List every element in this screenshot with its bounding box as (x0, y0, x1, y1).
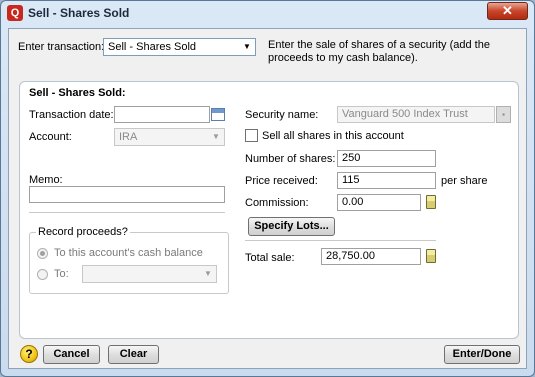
to-account-select[interactable]: ▼ (82, 265, 217, 283)
total-sale-field[interactable]: 28,750.00 (321, 248, 421, 265)
enter-done-button[interactable]: Enter/Done (444, 345, 520, 364)
record-proceeds-title: Record proceeds? (36, 226, 130, 238)
total-sale-label: Total sale: (245, 252, 295, 264)
quicken-app-icon: Q (7, 5, 23, 21)
number-of-shares-label: Number of shares: (245, 153, 336, 165)
transaction-date-label: Transaction date: (29, 109, 114, 121)
sell-shares-dialog: Q Sell - Shares Sold ✕ Enter transaction… (0, 0, 535, 377)
chevron-down-icon: ▼ (212, 132, 220, 141)
calculator-icon[interactable] (426, 249, 436, 263)
commission-label: Commission: (245, 197, 309, 209)
price-received-label: Price received: (245, 175, 318, 187)
divider (245, 240, 436, 241)
calculator-icon[interactable] (426, 195, 436, 209)
security-name-label: Security name: (245, 109, 319, 121)
account-label: Account: (29, 131, 72, 143)
number-of-shares-field[interactable]: 250 (337, 150, 436, 167)
to-account-radio[interactable] (37, 269, 48, 280)
account-value: IRA (119, 131, 138, 143)
title-bar[interactable]: Q Sell - Shares Sold ✕ (1, 1, 534, 27)
memo-field[interactable] (29, 186, 225, 203)
divider (29, 212, 225, 213)
dialog-client-area: Enter transaction: Sell - Shares Sold ▼ … (8, 28, 527, 369)
transaction-type-value: Sell - Shares Sold (108, 41, 197, 53)
price-received-field[interactable]: 115 (337, 172, 436, 189)
commission-field[interactable]: 0.00 (337, 194, 421, 211)
memo-label: Memo: (29, 174, 63, 186)
cash-balance-radio[interactable] (37, 248, 48, 259)
chevron-down-icon: ▼ (204, 269, 212, 278)
panel-title: Sell - Shares Sold: (29, 87, 126, 99)
cash-balance-label: To this account's cash balance (54, 247, 203, 259)
clear-button[interactable]: Clear (108, 345, 159, 364)
specify-lots-button[interactable]: Specify Lots... (248, 217, 335, 236)
cancel-button[interactable]: Cancel (43, 345, 100, 364)
per-share-label: per share (441, 175, 488, 187)
sell-details-panel: Sell - Shares Sold: Transaction date: Ac… (19, 81, 519, 339)
sell-all-shares-checkbox[interactable] (245, 129, 258, 142)
sell-all-shares-label: Sell all shares in this account (262, 130, 404, 142)
help-icon[interactable]: ? (20, 345, 38, 363)
account-select[interactable]: IRA ▼ (114, 128, 225, 146)
transaction-date-field[interactable] (114, 106, 210, 123)
chevron-down-icon: ▼ (243, 42, 251, 51)
to-account-label: To: (54, 268, 69, 280)
security-name-field[interactable]: Vanguard 500 Index Trust (337, 106, 495, 123)
enter-transaction-label: Enter transaction: (18, 41, 105, 53)
record-proceeds-group: Record proceeds? To this account's cash … (29, 226, 229, 294)
transaction-description: Enter the sale of shares of a security (… (268, 39, 490, 64)
security-lookup-icon[interactable]: ▪ (496, 106, 511, 123)
transaction-type-select[interactable]: Sell - Shares Sold ▼ (103, 38, 256, 56)
close-button[interactable]: ✕ (487, 2, 528, 20)
window-title: Sell - Shares Sold (28, 6, 130, 20)
calendar-icon[interactable] (211, 108, 225, 121)
